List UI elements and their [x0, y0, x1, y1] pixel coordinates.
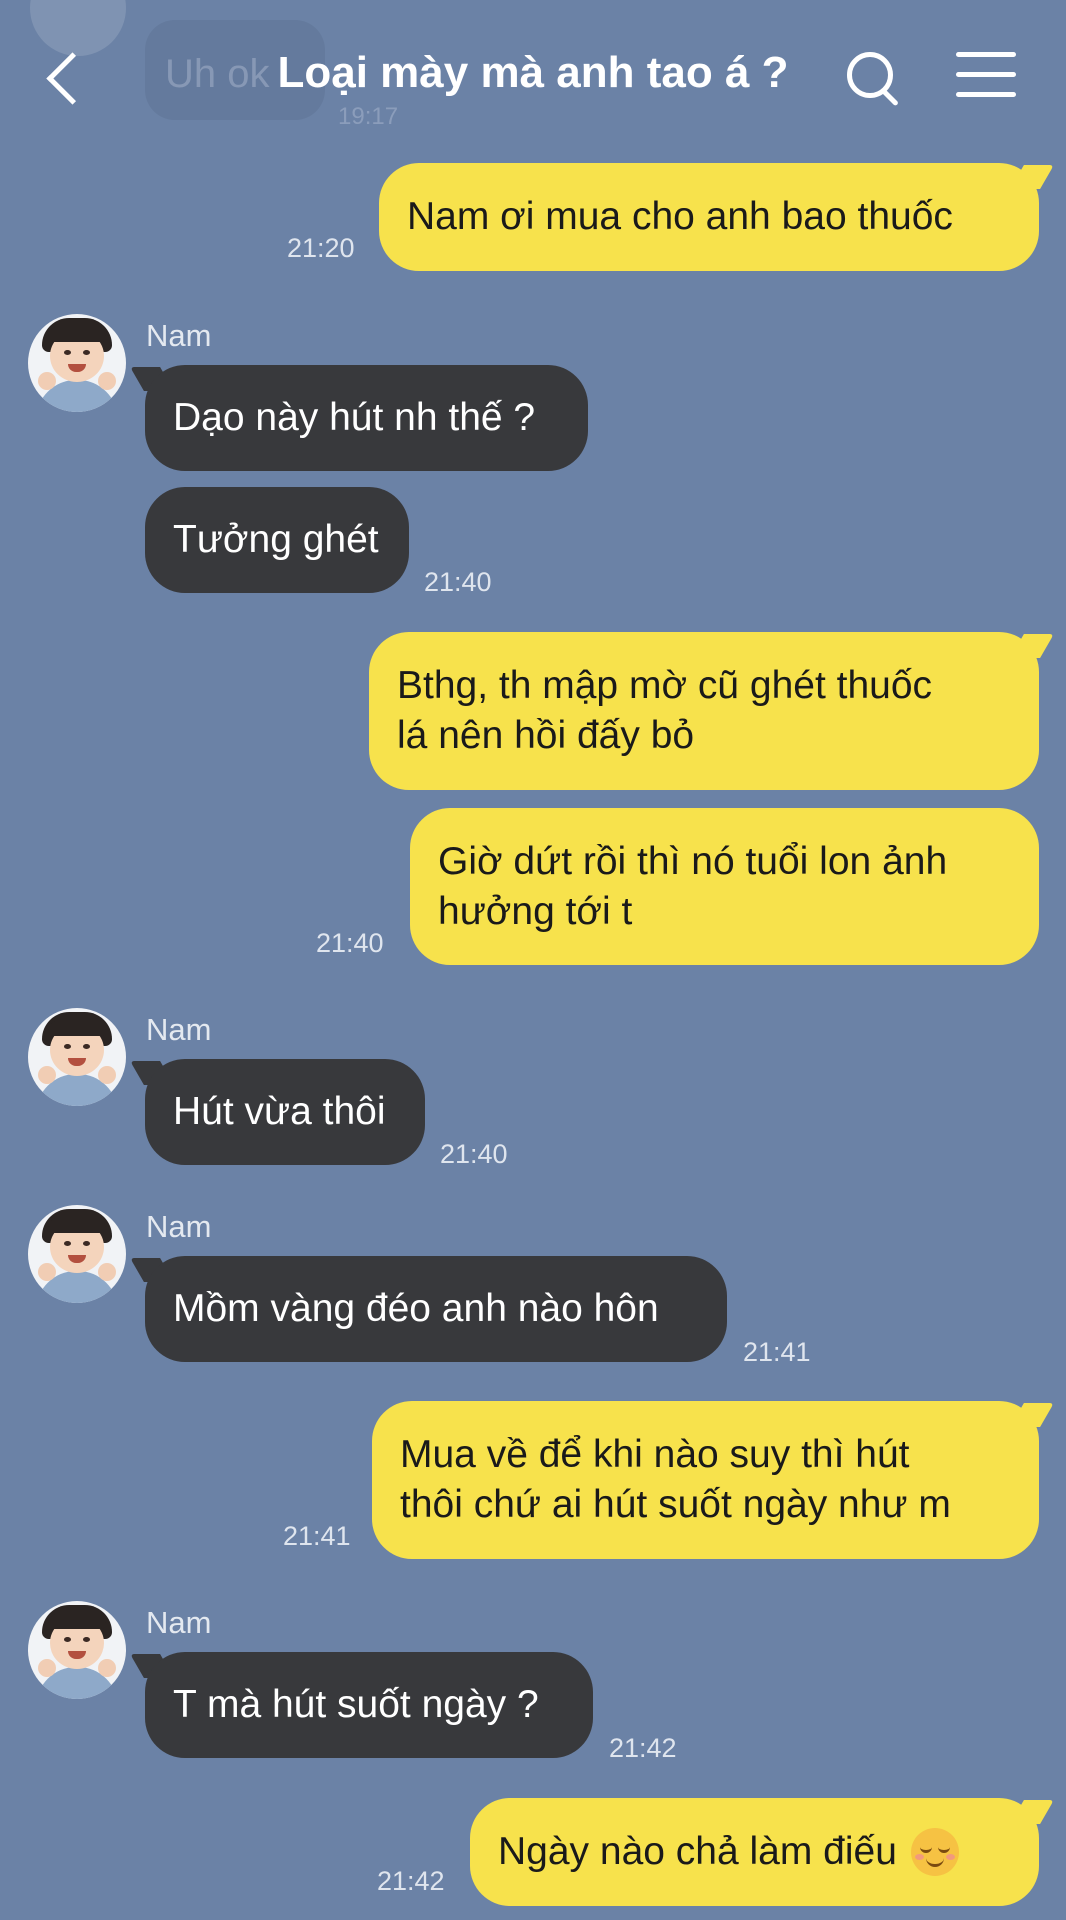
message-text: Hút vừa thôi — [173, 1090, 386, 1133]
sender-name: Nam — [146, 1209, 212, 1244]
message-bubble-incoming[interactable]: Tưởng ghét — [145, 487, 409, 593]
message-bubble-incoming[interactable]: Mồm vàng đéo anh nào hôn — [145, 1256, 727, 1362]
sender-name: Nam — [146, 1012, 212, 1047]
contact-avatar[interactable] — [28, 1205, 126, 1303]
message-time: 21:40 — [424, 567, 492, 597]
message-time: 21:42 — [377, 1866, 445, 1896]
message-bubble-outgoing[interactable]: Nam ơi mua cho anh bao thuốc — [379, 163, 1039, 271]
message-text: T mà hút suốt ngày ? — [173, 1683, 539, 1726]
message-bubble-outgoing[interactable]: Ngày nào chả làm điếu — [470, 1798, 1039, 1906]
message-time: 21:42 — [609, 1733, 677, 1763]
scrolled-message-time: 19:17 — [338, 103, 399, 130]
message-bubble-outgoing[interactable]: Giờ dứt rồi thì nó tuổi lon ảnh hưởng tớ… — [410, 808, 1039, 965]
message-line: lá nên hồi đấy bỏ — [397, 714, 695, 757]
message-time: 21:41 — [283, 1521, 351, 1551]
message-text: Nam ơi mua cho anh bao thuốc — [407, 195, 953, 238]
message-bubble-incoming[interactable]: T mà hút suốt ngày ? — [145, 1652, 593, 1758]
chat-title: Loại mày mà anh tao á ? — [277, 48, 789, 97]
message-time: 21:20 — [287, 233, 355, 263]
message-time: 21:41 — [743, 1337, 811, 1367]
message-line: Bthg, th mập mờ cũ ghét thuốc — [397, 664, 933, 707]
message-line: hưởng tới t — [438, 889, 633, 933]
sender-name: Nam — [146, 1605, 212, 1640]
message-line: thôi chứ ai hút suốt ngày như m — [400, 1483, 951, 1526]
message-text: Ngày nào chả làm điếu — [498, 1830, 897, 1873]
contact-avatar[interactable] — [28, 1008, 126, 1106]
message-bubble-incoming[interactable]: Dạo này hút nh thế ? — [145, 365, 588, 471]
message-line: Giờ dứt rồi thì nó tuổi lon ảnh — [438, 839, 948, 883]
message-text: Mồm vàng đéo anh nào hôn — [173, 1287, 659, 1330]
message-text: Dạo này hút nh thế ? — [173, 396, 536, 439]
relieved-face-emoji-icon — [910, 1828, 959, 1876]
sender-name: Nam — [146, 318, 212, 353]
message-text: Tưởng ghét — [173, 518, 379, 561]
message-line: Mua về để khi nào suy thì hút — [400, 1433, 910, 1476]
hamburger-menu-icon[interactable] — [956, 52, 1016, 98]
message-time: 21:40 — [316, 928, 384, 958]
message-bubble-outgoing[interactable]: Mua về để khi nào suy thì hút thôi chứ a… — [372, 1401, 1039, 1559]
contact-avatar[interactable] — [28, 314, 126, 412]
chat-header: Uh ok 19:17 Loại mày mà anh tao á ? — [0, 0, 1066, 150]
search-icon[interactable] — [843, 48, 903, 108]
contact-avatar[interactable] — [28, 1601, 126, 1699]
message-bubble-outgoing[interactable]: Bthg, th mập mờ cũ ghét thuốc lá nên hồi… — [369, 632, 1039, 790]
message-bubble-incoming[interactable]: Hút vừa thôi — [145, 1059, 425, 1165]
message-time: 21:40 — [440, 1139, 508, 1169]
